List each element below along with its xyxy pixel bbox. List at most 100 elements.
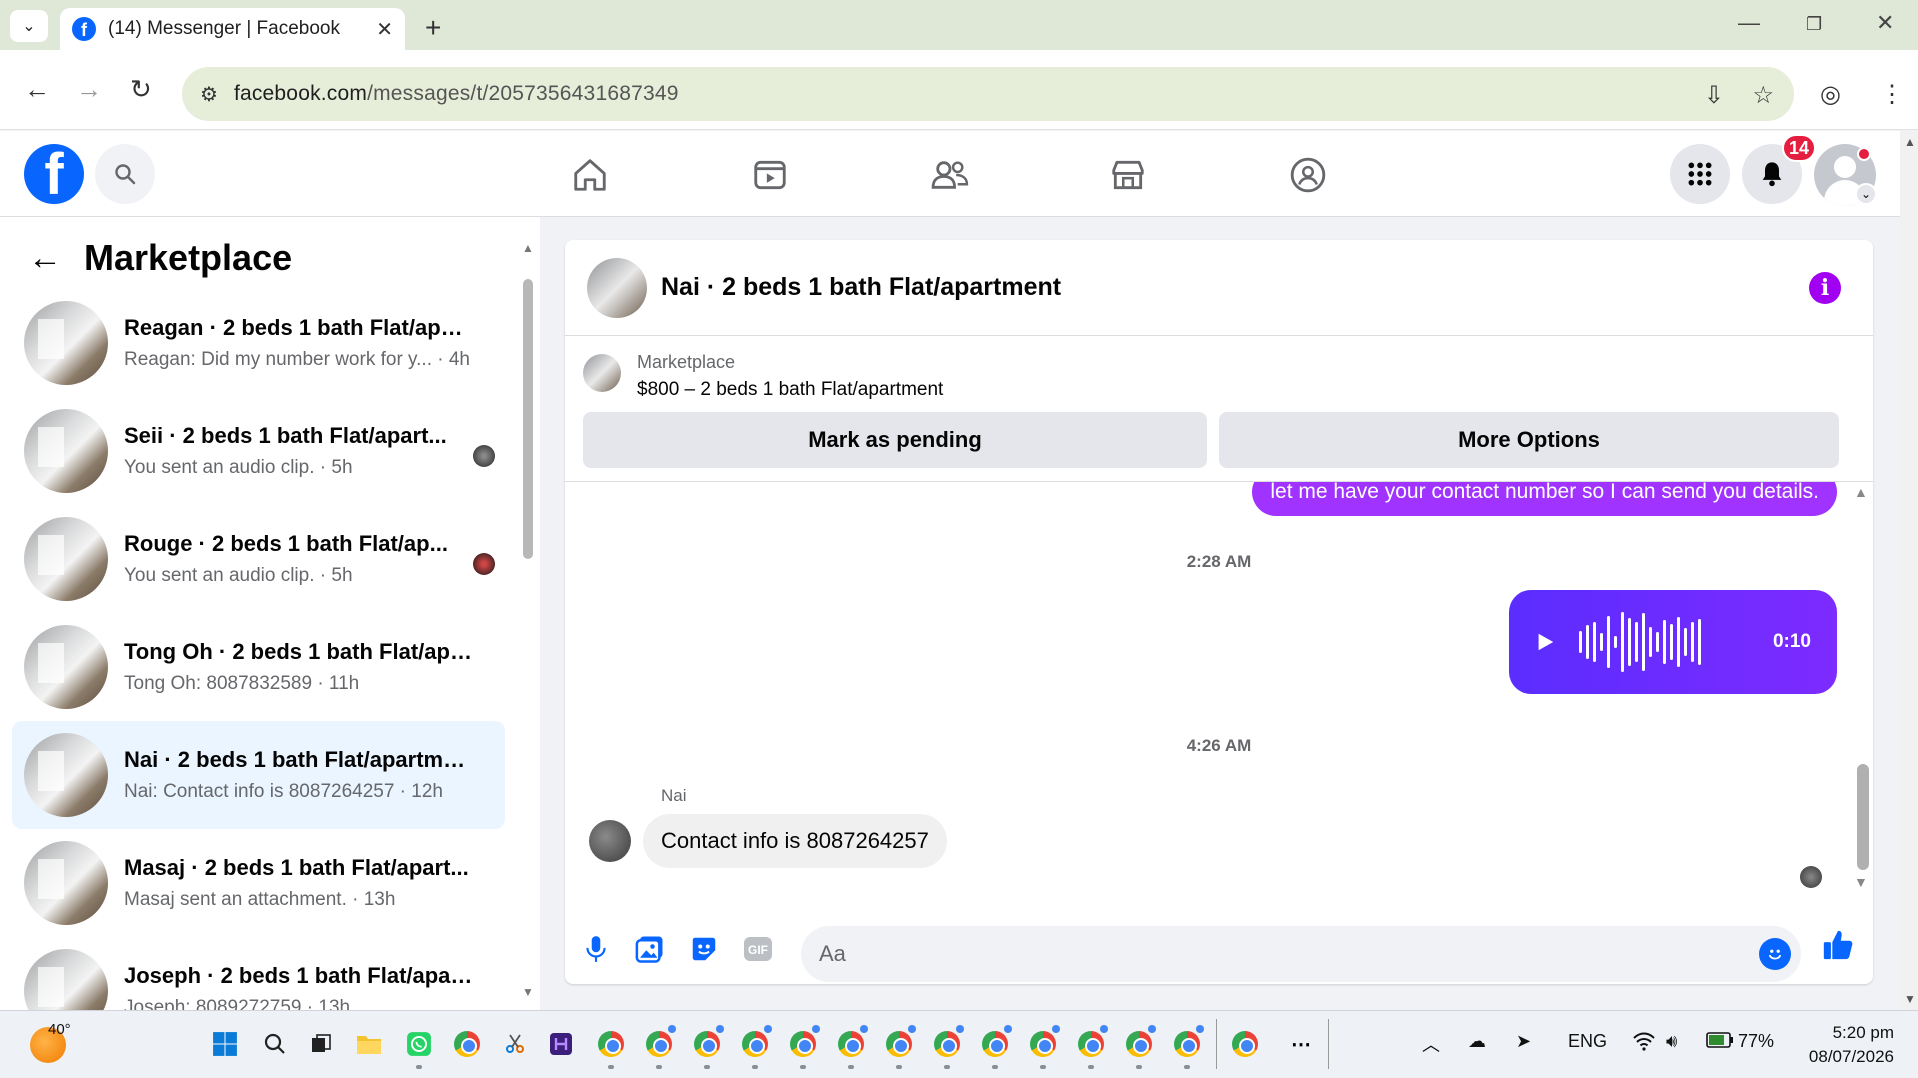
volume-icon[interactable]: 🔊︎ (1666, 1031, 1677, 1052)
chat-avatar[interactable] (587, 257, 647, 318)
more-apps-icon[interactable]: ⋯ (1286, 1029, 1316, 1059)
conversation-item[interactable]: Masaj · 2 beds 1 bath Flat/apart... Masaj… (12, 829, 505, 937)
snipping-tool-icon[interactable] (500, 1029, 530, 1059)
nav-home[interactable] (566, 151, 614, 199)
chrome-icon[interactable] (452, 1029, 482, 1059)
nav-video[interactable] (746, 151, 794, 199)
scroll-up-icon[interactable]: ▲ (522, 241, 534, 255)
tab-search-dropdown-button[interactable]: ⌄ (10, 10, 48, 42)
chrome-icon[interactable] (740, 1029, 770, 1059)
outgoing-message[interactable]: let me have your contact number so I can… (1252, 482, 1837, 516)
photo-icon[interactable] (633, 932, 667, 966)
incoming-message[interactable]: Contact info is 8087264257 (643, 814, 947, 868)
gif-icon[interactable]: GIF (741, 932, 775, 966)
chrome-icon[interactable] (1028, 1029, 1058, 1059)
system-clock[interactable]: 5:20 pm 08/07/2026 (1798, 1021, 1894, 1069)
search-button[interactable] (95, 144, 155, 204)
scroll-down-icon[interactable]: ▼ (1904, 992, 1916, 1006)
show-hidden-icons-chevron-icon[interactable]: ︿ (1422, 1031, 1440, 1057)
chrome-menu-icon[interactable]: ⋮ (1880, 80, 1904, 109)
onedrive-cloud-icon[interactable]: ☁ (1468, 1031, 1486, 1052)
page-scrollbar[interactable]: ▲ ▼ (1900, 131, 1918, 1010)
back-arrow-icon[interactable]: ← (28, 239, 62, 278)
listing-title[interactable]: $800 – 2 beds 1 bath Flat/apartment (637, 379, 943, 401)
chat-header: Nai · 2 beds 1 bath Flat/apartment i (565, 240, 1873, 336)
profile-badge (1100, 1025, 1108, 1033)
microphone-icon[interactable] (579, 932, 613, 966)
chrome-icon[interactable] (1124, 1029, 1154, 1059)
facebook-logo-icon[interactable]: f (24, 144, 84, 204)
play-icon[interactable] (1531, 628, 1559, 656)
chrome-icon[interactable] (692, 1029, 722, 1059)
chevron-down-icon[interactable]: ⌄ (1855, 183, 1877, 205)
emoji-icon[interactable] (1759, 938, 1791, 970)
waveform-bar (1656, 632, 1659, 652)
nav-groups[interactable] (1284, 151, 1332, 199)
profile-icon[interactable]: ◎ (1820, 80, 1841, 109)
location-icon[interactable]: ➤ (1516, 1031, 1531, 1052)
scroll-down-icon[interactable]: ▼ (1854, 874, 1868, 890)
bookmark-star-icon[interactable]: ☆ (1752, 81, 1774, 110)
more-options-button[interactable]: More Options (1219, 412, 1839, 468)
site-info-icon[interactable]: ⚙ (200, 82, 218, 107)
chrome-icon[interactable] (836, 1029, 866, 1059)
nav-marketplace[interactable] (1104, 151, 1152, 199)
message-scrollbar-thumb[interactable] (1857, 764, 1869, 870)
menu-grid-button[interactable] (1670, 144, 1730, 204)
chrome-icon[interactable] (1230, 1029, 1260, 1059)
chrome-icon[interactable] (596, 1029, 626, 1059)
new-tab-button[interactable]: + (425, 12, 441, 44)
mark-pending-button[interactable]: Mark as pending (583, 412, 1207, 468)
conversation-item[interactable]: Reagan · 2 beds 1 bath Flat/apar... Reaga… (12, 289, 505, 397)
chrome-icon[interactable] (980, 1029, 1010, 1059)
wifi-icon[interactable] (1632, 1031, 1656, 1056)
scroll-down-icon[interactable]: ▼ (522, 985, 534, 999)
back-arrow-icon[interactable]: ← (24, 74, 50, 105)
conversation-item[interactable]: Seii · 2 beds 1 bath Flat/apart... You se… (12, 397, 505, 505)
message-input[interactable]: Aa (801, 926, 1801, 982)
scroll-up-icon[interactable]: ▲ (1904, 135, 1916, 149)
scroll-up-icon[interactable]: ▲ (1854, 484, 1868, 500)
conversation-item[interactable]: Rouge · 2 beds 1 bath Flat/ap... You sent… (12, 505, 505, 613)
whatsapp-icon[interactable] (404, 1029, 434, 1059)
audio-message[interactable]: 0:10 (1509, 590, 1837, 694)
taskbar-search-icon[interactable] (260, 1029, 290, 1059)
chrome-icon[interactable] (1172, 1029, 1202, 1059)
conversation-item[interactable]: Nai · 2 beds 1 bath Flat/apartment Nai: C… (12, 721, 505, 829)
browser-tab-active[interactable]: f (14) Messenger | Facebook ✕ (60, 8, 405, 50)
running-indicator (944, 1065, 950, 1069)
conversation-item[interactable]: Tong Oh · 2 beds 1 bath Flat/apa... Tong … (12, 613, 505, 721)
conversation-item[interactable]: Joseph · 2 beds 1 bath Flat/apart... Jose… (12, 937, 505, 1010)
sender-avatar[interactable] (589, 820, 631, 862)
url-text[interactable]: facebook.com/messages/t/2057356431687349 (234, 82, 679, 106)
file-explorer-icon[interactable] (354, 1029, 384, 1059)
chrome-icon[interactable] (884, 1029, 914, 1059)
chrome-icon[interactable] (932, 1029, 962, 1059)
minimize-window-icon[interactable]: — (1738, 10, 1760, 36)
restore-window-icon[interactable]: ❐ (1806, 14, 1822, 35)
chrome-icon[interactable] (644, 1029, 674, 1059)
tab-close-icon[interactable]: ✕ (376, 17, 393, 42)
close-window-icon[interactable]: ✕ (1876, 10, 1894, 36)
nav-friends[interactable] (926, 151, 974, 199)
app-icon-purple[interactable] (546, 1029, 576, 1059)
battery-icon[interactable] (1706, 1031, 1734, 1054)
install-app-icon[interactable]: ⇩ (1704, 81, 1724, 110)
forward-arrow-icon[interactable]: → (76, 74, 102, 105)
sidebar-scrollbar[interactable]: ▲ ▼ (521, 241, 535, 1001)
task-view-icon[interactable] (306, 1029, 336, 1059)
listing-thumbnail[interactable] (583, 354, 621, 392)
windows-start-icon[interactable] (210, 1029, 240, 1059)
svg-text:GIF: GIF (748, 943, 768, 957)
facebook-favicon-icon: f (72, 17, 96, 41)
chrome-icon[interactable] (1076, 1029, 1106, 1059)
address-bar[interactable]: ⚙ facebook.com/messages/t/20573564316873… (182, 67, 1794, 121)
chat-title[interactable]: Nai · 2 beds 1 bath Flat/apartment (661, 273, 1061, 302)
chrome-icon[interactable] (788, 1029, 818, 1059)
thumbs-up-icon[interactable] (1821, 928, 1855, 962)
scrollbar-thumb[interactable] (523, 279, 533, 559)
sticker-icon[interactable] (687, 932, 721, 966)
language-indicator[interactable]: ENG (1568, 1031, 1607, 1052)
reload-icon[interactable]: ↻ (130, 74, 152, 105)
info-icon[interactable]: i (1809, 272, 1841, 304)
